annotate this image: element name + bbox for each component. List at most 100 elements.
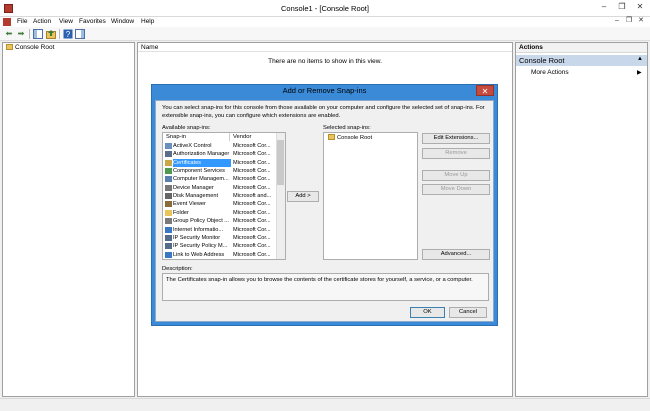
column-divider[interactable]: [229, 133, 230, 141]
snapin-icon: [165, 168, 172, 175]
move-down-button[interactable]: Move Down: [422, 184, 490, 195]
snapin-icon: [165, 243, 172, 250]
toolbar-separator: [59, 29, 60, 39]
snapin-name: Folder: [173, 209, 189, 216]
menu-view[interactable]: View: [56, 17, 76, 26]
snapin-icon: [165, 143, 172, 149]
snapin-row[interactable]: IP Security Policy M... Microsoft Cor...: [163, 242, 275, 250]
column-header-vendor[interactable]: Vendor: [233, 134, 251, 140]
child-minimize-button[interactable]: –: [612, 16, 622, 26]
snapin-name: IP Security Policy M...: [173, 243, 228, 250]
snapin-vendor: Microsoft and...: [233, 193, 272, 200]
snapin-icon: [165, 193, 172, 200]
description-box: The Certificates snap-in allows you to b…: [162, 273, 489, 301]
selected-item-console-root[interactable]: Console Root: [326, 134, 372, 142]
empty-list-message: There are no items to show in this view.: [268, 58, 382, 65]
snapin-row[interactable]: Computer Managem... Microsoft Cor...: [163, 175, 275, 183]
snapin-icon: [165, 251, 172, 258]
child-window-icon[interactable]: [3, 18, 11, 26]
dialog-close-button[interactable]: ✕: [476, 85, 494, 96]
snapin-name: Internet Informatio...: [173, 226, 224, 233]
minimize-button[interactable]: –: [595, 0, 613, 14]
show-hide-tree-icon[interactable]: [33, 29, 43, 39]
snapin-row[interactable]: Certificates Microsoft Cor...: [163, 158, 275, 168]
more-actions-link[interactable]: More Actions: [531, 69, 569, 76]
snapin-name: Device Manager: [173, 184, 214, 191]
back-arrow-icon[interactable]: ⬅: [4, 29, 14, 39]
dialog-title: Add or Remove Snap-ins: [282, 86, 367, 95]
actions-header: Actions: [516, 43, 647, 53]
snapin-name: Certificates: [173, 158, 231, 168]
snapin-vendor: Microsoft Cor...: [233, 201, 271, 208]
toolbar-separator: [29, 29, 30, 39]
snapin-name: Computer Managem...: [173, 176, 229, 183]
snapin-vendor: Microsoft Cor...: [233, 176, 271, 183]
snapin-row[interactable]: Folder Microsoft Cor...: [163, 209, 275, 217]
snapin-row[interactable]: ActiveX Control Microsoft Cor...: [163, 142, 275, 150]
description-label: Description:: [162, 266, 193, 272]
snapin-icon: [165, 184, 172, 191]
actions-pane: [515, 42, 648, 397]
list-column-header[interactable]: [138, 43, 512, 52]
snapin-icon: [165, 234, 172, 241]
child-restore-button[interactable]: ❐: [624, 16, 634, 26]
snapin-vendor: Microsoft Cor...: [233, 226, 271, 233]
remove-button[interactable]: Remove: [422, 148, 490, 159]
snapin-vendor: Microsoft Cor...: [233, 168, 271, 175]
menu-favorites[interactable]: Favorites: [76, 17, 109, 26]
advanced-button[interactable]: Advanced...: [422, 249, 490, 260]
snapin-name: Component Services: [173, 168, 225, 175]
show-action-pane-icon[interactable]: [75, 29, 85, 39]
scrollbar-thumb[interactable]: [277, 140, 284, 185]
snapin-row[interactable]: Disk Management Microsoft and...: [163, 192, 275, 200]
menu-help[interactable]: Help: [138, 17, 157, 26]
snapin-icon: [165, 151, 172, 158]
snapin-vendor: Microsoft Cor...: [233, 184, 271, 191]
tree-item-label: Console Root: [15, 44, 55, 51]
help-icon[interactable]: ?: [63, 29, 73, 39]
svg-text:?: ?: [66, 30, 71, 39]
snapin-name: Authorization Manager: [173, 151, 230, 158]
snapin-vendor: Microsoft Cor...: [233, 218, 271, 225]
add-button[interactable]: Add >: [287, 191, 319, 202]
selected-snapins-label: Selected snap-ins:: [323, 125, 371, 131]
move-up-button[interactable]: Move Up: [422, 170, 490, 181]
folder-icon: [328, 134, 335, 141]
menu-file[interactable]: File: [14, 17, 30, 26]
snapin-row[interactable]: Device Manager Microsoft Cor...: [163, 184, 275, 192]
cancel-button[interactable]: Cancel: [449, 307, 487, 318]
status-bar: [0, 398, 650, 411]
up-one-level-icon[interactable]: [46, 29, 56, 39]
snapin-row[interactable]: Link to Web Address Microsoft Cor...: [163, 251, 275, 259]
snapin-name: IP Security Monitor: [173, 234, 221, 241]
menu-window[interactable]: Window: [108, 17, 137, 26]
console-tree-pane[interactable]: [2, 42, 135, 397]
actions-section-console-root[interactable]: Console Root: [516, 55, 647, 66]
snapin-vendor: Microsoft Cor...: [233, 251, 271, 258]
snapin-icon: [165, 176, 172, 183]
snapin-row[interactable]: Internet Informatio... Microsoft Cor...: [163, 226, 275, 234]
snapin-name: Group Policy Object ...: [173, 218, 229, 225]
snapin-vendor: Microsoft Cor...: [233, 234, 271, 241]
child-close-button[interactable]: ✕: [636, 16, 646, 26]
snapin-row[interactable]: Authorization Manager Microsoft Cor...: [163, 150, 275, 158]
snapin-row[interactable]: Component Services Microsoft Cor...: [163, 167, 275, 175]
snapin-icon: [165, 226, 172, 233]
selected-snapins-list[interactable]: [323, 132, 418, 260]
column-header-snapin[interactable]: Snap-in: [166, 134, 186, 140]
snapin-vendor: Microsoft Cor...: [233, 143, 271, 149]
snapin-name: ActiveX Control: [173, 143, 212, 149]
snapin-row[interactable]: IP Security Monitor Microsoft Cor...: [163, 234, 275, 242]
ok-button[interactable]: OK: [410, 307, 445, 318]
tree-item-console-root[interactable]: Console Root: [4, 44, 54, 52]
forward-arrow-icon[interactable]: ➡: [16, 29, 26, 39]
collapse-up-icon[interactable]: ▲: [637, 56, 643, 62]
menu-action[interactable]: Action: [30, 17, 54, 26]
maximize-button[interactable]: ❐: [613, 0, 631, 14]
snapin-name: Disk Management: [173, 193, 219, 200]
close-window-button[interactable]: ✕: [631, 0, 649, 14]
toolbar: [0, 27, 650, 41]
snapin-row[interactable]: Event Viewer Microsoft Cor...: [163, 200, 275, 208]
edit-extensions-button[interactable]: Edit Extensions...: [422, 133, 490, 144]
snapin-row[interactable]: Group Policy Object ... Microsoft Cor...: [163, 217, 275, 225]
